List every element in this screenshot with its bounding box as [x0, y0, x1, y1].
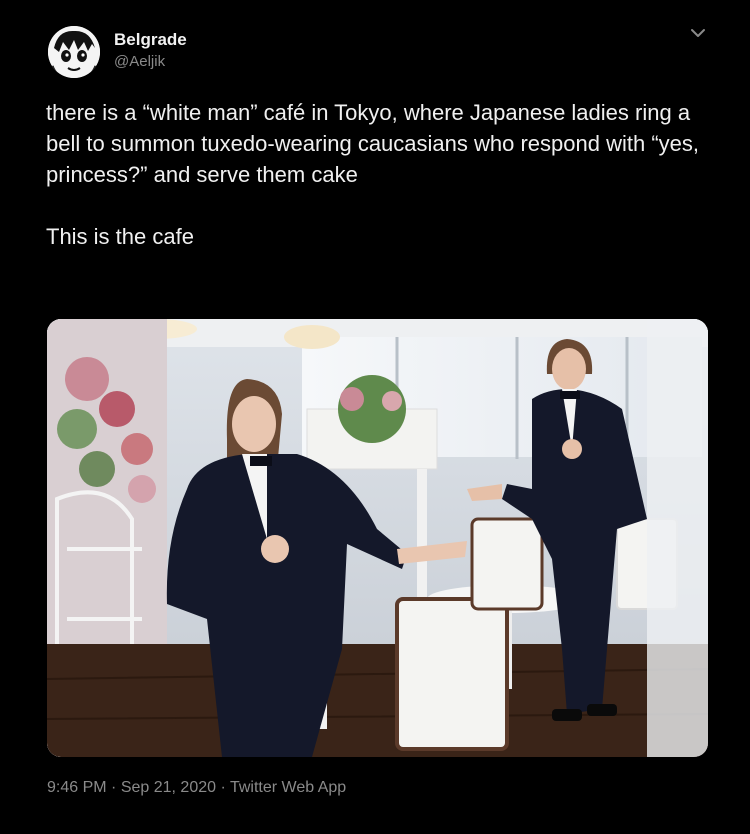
anime-face-avatar-icon [48, 26, 100, 78]
tweet-paragraph: there is a “white man” café in Tokyo, wh… [46, 100, 699, 187]
tweet-metadata: 9:46 PM Sep 21, 2020 Twitter Web App [47, 779, 346, 797]
user-handle[interactable]: @Aeljik [114, 53, 165, 70]
tweet-date[interactable]: Sep 21, 2020 [111, 779, 216, 796]
cafe-photo-icon [47, 319, 708, 757]
tweet-text: there is a “white man” café in Tokyo, wh… [46, 97, 716, 252]
tweet-client[interactable]: Twitter Web App [220, 779, 346, 796]
tweet-photo[interactable] [47, 319, 708, 757]
display-name[interactable]: Belgrade [114, 30, 187, 50]
chevron-down-icon[interactable] [687, 24, 709, 42]
tweet-time[interactable]: 9:46 PM [47, 779, 107, 796]
avatar[interactable] [48, 26, 100, 78]
tweet-paragraph: This is the cafe [46, 224, 194, 249]
